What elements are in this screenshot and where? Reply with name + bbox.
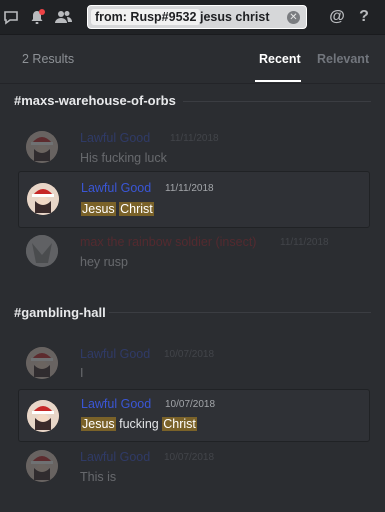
message-timestamp: 11/11/2018 xyxy=(170,133,219,144)
divider xyxy=(109,312,371,313)
list-item[interactable]: Lawful Good 10/07/2018 This is xyxy=(18,446,370,490)
search-highlight: Christ xyxy=(162,417,197,431)
list-item[interactable]: Lawful Good 10/07/2018 I xyxy=(18,341,370,385)
avatar xyxy=(26,450,58,482)
result-count: 2 Results xyxy=(22,52,75,66)
avatar xyxy=(27,183,59,215)
threads-icon[interactable] xyxy=(0,6,22,28)
mentions-icon[interactable]: @ xyxy=(326,6,348,28)
member-list-icon[interactable] xyxy=(52,6,74,28)
search-query-text: jesus christ xyxy=(200,10,270,24)
clear-icon[interactable]: ✕ xyxy=(287,11,300,24)
message-author[interactable]: Lawful Good xyxy=(80,450,150,464)
search-highlight: Christ xyxy=(119,202,154,216)
divider xyxy=(183,101,371,102)
message-timestamp: 10/07/2018 xyxy=(164,349,215,360)
search-input[interactable]: from: Rusp#9532 jesus christ ✕ xyxy=(87,5,307,29)
tab-relevant[interactable]: Relevant xyxy=(317,52,369,66)
avatar xyxy=(26,347,58,379)
avatar xyxy=(26,235,58,267)
channel-heading[interactable]: #gambling-hall xyxy=(14,305,106,320)
message-text: Jesus fucking Christ xyxy=(81,417,197,431)
search-result-message[interactable]: Lawful Good 11/11/2018 Jesus Christ xyxy=(18,171,370,228)
channel-heading[interactable]: #maxs-warehouse-of-orbs xyxy=(14,93,176,108)
list-item[interactable]: Lawful Good 11/11/2018 His fucking luck xyxy=(18,125,370,169)
search-result-message[interactable]: Lawful Good 10/07/2018 Jesus fucking Chr… xyxy=(18,389,370,442)
top-bar: from: Rusp#9532 jesus christ ✕ @ ? xyxy=(0,0,385,35)
message-timestamp: 10/07/2018 xyxy=(164,452,215,463)
message-timestamp: 10/07/2018 xyxy=(165,399,216,410)
message-author[interactable]: max the rainbow soldier (insect) xyxy=(80,235,256,249)
message-author[interactable]: Lawful Good xyxy=(81,397,151,411)
avatar xyxy=(26,131,58,163)
search-filter-chip[interactable]: from: Rusp#9532 xyxy=(91,9,201,25)
search-highlight: Jesus xyxy=(81,417,116,431)
search-results-header: 2 Results Recent Relevant xyxy=(0,35,385,84)
tab-recent[interactable]: Recent xyxy=(259,52,301,66)
message-timestamp: 11/11/2018 xyxy=(165,183,214,194)
message-text: His fucking luck xyxy=(80,151,167,165)
message-timestamp: 11/11/2018 xyxy=(280,237,329,248)
active-tab-indicator xyxy=(255,80,301,82)
message-text: This is xyxy=(80,470,117,484)
message-author[interactable]: Lawful Good xyxy=(81,181,151,195)
search-highlight: Jesus xyxy=(81,202,116,216)
notification-bell-icon[interactable] xyxy=(26,6,48,28)
message-text: hey rusp xyxy=(80,255,128,269)
message-author[interactable]: Lawful Good xyxy=(80,131,150,145)
message-text: Jesus Christ xyxy=(81,202,154,216)
help-icon[interactable]: ? xyxy=(353,6,375,28)
list-item[interactable]: max the rainbow soldier (insect) 11/11/2… xyxy=(18,231,370,275)
message-text-segment: fucking xyxy=(115,417,163,431)
message-text: I xyxy=(80,366,84,380)
avatar xyxy=(27,400,59,432)
message-author[interactable]: Lawful Good xyxy=(80,347,150,361)
